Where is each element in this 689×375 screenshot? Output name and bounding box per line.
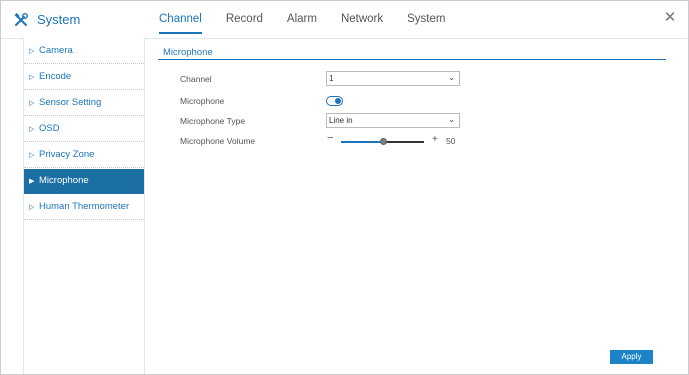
tools-icon <box>13 12 29 28</box>
sidebar-item-label: Sensor Setting <box>39 97 102 108</box>
sidebar-item-osd[interactable]: ▷ OSD <box>24 117 144 142</box>
sidebar-item-privacy-zone[interactable]: ▷ Privacy Zone <box>24 143 144 168</box>
tab-record[interactable]: Record <box>226 1 263 38</box>
triangle-right-icon: ▷ <box>29 152 35 159</box>
top-bar: System Channel Record Alarm Network Syst… <box>1 1 688 39</box>
volume-increase-button[interactable]: + <box>432 134 438 145</box>
close-icon[interactable]: ✕ <box>662 10 678 26</box>
triangle-right-icon: ▷ <box>29 126 35 133</box>
triangle-right-icon: ▷ <box>29 100 35 107</box>
top-tabs: Channel Record Alarm Network System <box>159 1 469 38</box>
volume-slider[interactable] <box>341 138 424 145</box>
volume-slider-fill <box>341 141 383 143</box>
volume-decrease-button[interactable]: − <box>327 132 333 144</box>
triangle-right-icon: ▷ <box>29 48 35 55</box>
triangle-right-icon: ▷ <box>29 204 35 211</box>
triangle-right-icon: ▷ <box>29 74 35 81</box>
sidebar-item-human-thermometer[interactable]: ▷ Human Thermometer <box>24 195 144 220</box>
volume-value: 50 <box>446 136 456 146</box>
sidebar-item-encode[interactable]: ▷ Encode <box>24 65 144 90</box>
toggle-knob <box>335 98 341 104</box>
channel-label: Channel <box>180 74 212 84</box>
sidebar-item-label: OSD <box>39 123 60 134</box>
app-title: System <box>37 12 81 27</box>
sidebar: ▷ Camera ▷ Encode ▷ Sensor Setting ▷ OSD ▷ Pr… <box>23 38 145 374</box>
tab-alarm[interactable]: Alarm <box>287 1 317 38</box>
microphone-toggle[interactable] <box>326 96 343 106</box>
microphone-type-value: Line in <box>329 116 353 125</box>
tab-network[interactable]: Network <box>341 1 383 38</box>
settings-window: System Channel Record Alarm Network Syst… <box>0 0 689 375</box>
sidebar-item-label: Privacy Zone <box>39 149 95 160</box>
tab-channel[interactable]: Channel <box>159 1 202 38</box>
sidebar-item-label: Human Thermometer <box>39 201 130 212</box>
triangle-right-filled-icon: ▶ <box>29 178 35 185</box>
chevron-down-icon: ⌄ <box>448 115 455 124</box>
microphone-type-select[interactable]: Line in ⌄ <box>326 113 460 128</box>
sidebar-item-label: Microphone <box>39 175 89 186</box>
sidebar-item-label: Encode <box>39 71 72 82</box>
sidebar-item-label: Camera <box>39 45 73 56</box>
sidebar-item-sensor-setting[interactable]: ▷ Sensor Setting <box>24 91 144 116</box>
tab-system[interactable]: System <box>407 1 445 38</box>
volume-slider-thumb[interactable] <box>380 138 387 145</box>
microphone-label: Microphone <box>180 96 225 106</box>
channel-select[interactable]: 1 ⌄ <box>326 71 460 86</box>
section-divider <box>158 59 666 60</box>
main-content: Microphone Channel 1 ⌄ Microphone Microp… <box>144 38 688 374</box>
microphone-volume-label: Microphone Volume <box>180 136 256 146</box>
apply-button[interactable]: Apply <box>610 350 653 364</box>
chevron-down-icon: ⌄ <box>448 73 455 82</box>
channel-value: 1 <box>329 74 334 83</box>
sidebar-item-camera[interactable]: ▷ Camera <box>24 39 144 64</box>
brand: System <box>13 1 143 38</box>
sidebar-item-microphone[interactable]: ▶ Microphone <box>24 169 144 194</box>
section-title: Microphone <box>163 47 213 58</box>
microphone-type-label: Microphone Type <box>180 116 246 126</box>
